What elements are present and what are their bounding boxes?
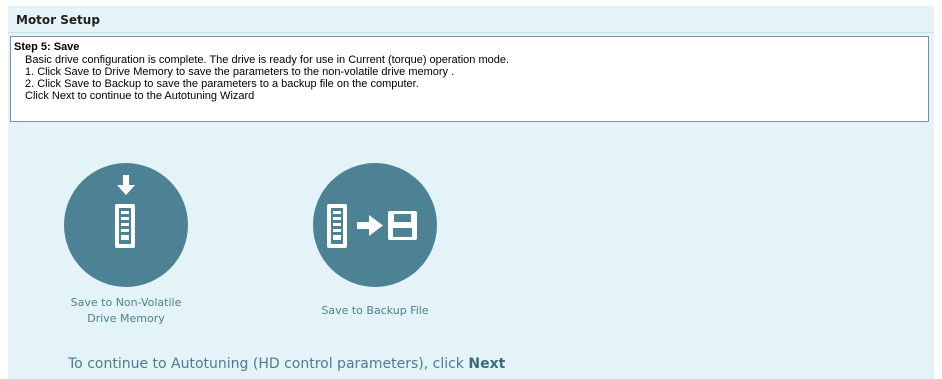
- step-line-next: Click Next to continue to the Autotuning…: [25, 90, 255, 102]
- save-to-drive-memory-label[interactable]: Save to Non-Volatile Drive Memory: [36, 295, 216, 327]
- save-to-backup-button[interactable]: [313, 163, 437, 287]
- save-to-drive-memory-button[interactable]: [64, 163, 188, 287]
- header-title: Motor Setup: [16, 13, 100, 27]
- step-instructions-box: Step 5: Save Basic drive configuration i…: [10, 36, 929, 122]
- step-line-1: 1. Click Save to Drive Memory to save th…: [25, 66, 455, 78]
- save-to-backup-label[interactable]: Save to Backup File: [285, 303, 465, 319]
- drive-to-disk-icon: [327, 204, 417, 248]
- window-header: Motor Setup: [8, 6, 934, 33]
- save-memory-label-line1: Save to Non-Volatile: [70, 296, 182, 309]
- step-line-intro: Basic drive configuration is complete. T…: [25, 54, 510, 66]
- footer-text: To continue to Autotuning (HD control pa…: [68, 356, 469, 372]
- wizard-panel: Step 5: Save Basic drive configuration i…: [8, 33, 934, 379]
- step-line-2: 2. Click Save to Backup to save the para…: [25, 78, 419, 90]
- drive-download-icon: [115, 175, 135, 248]
- next-link[interactable]: Next: [468, 356, 505, 372]
- footer-instruction: To continue to Autotuning (HD control pa…: [68, 356, 505, 372]
- save-memory-label-line2: Drive Memory: [87, 312, 165, 325]
- step-title: Step 5: Save: [14, 41, 80, 53]
